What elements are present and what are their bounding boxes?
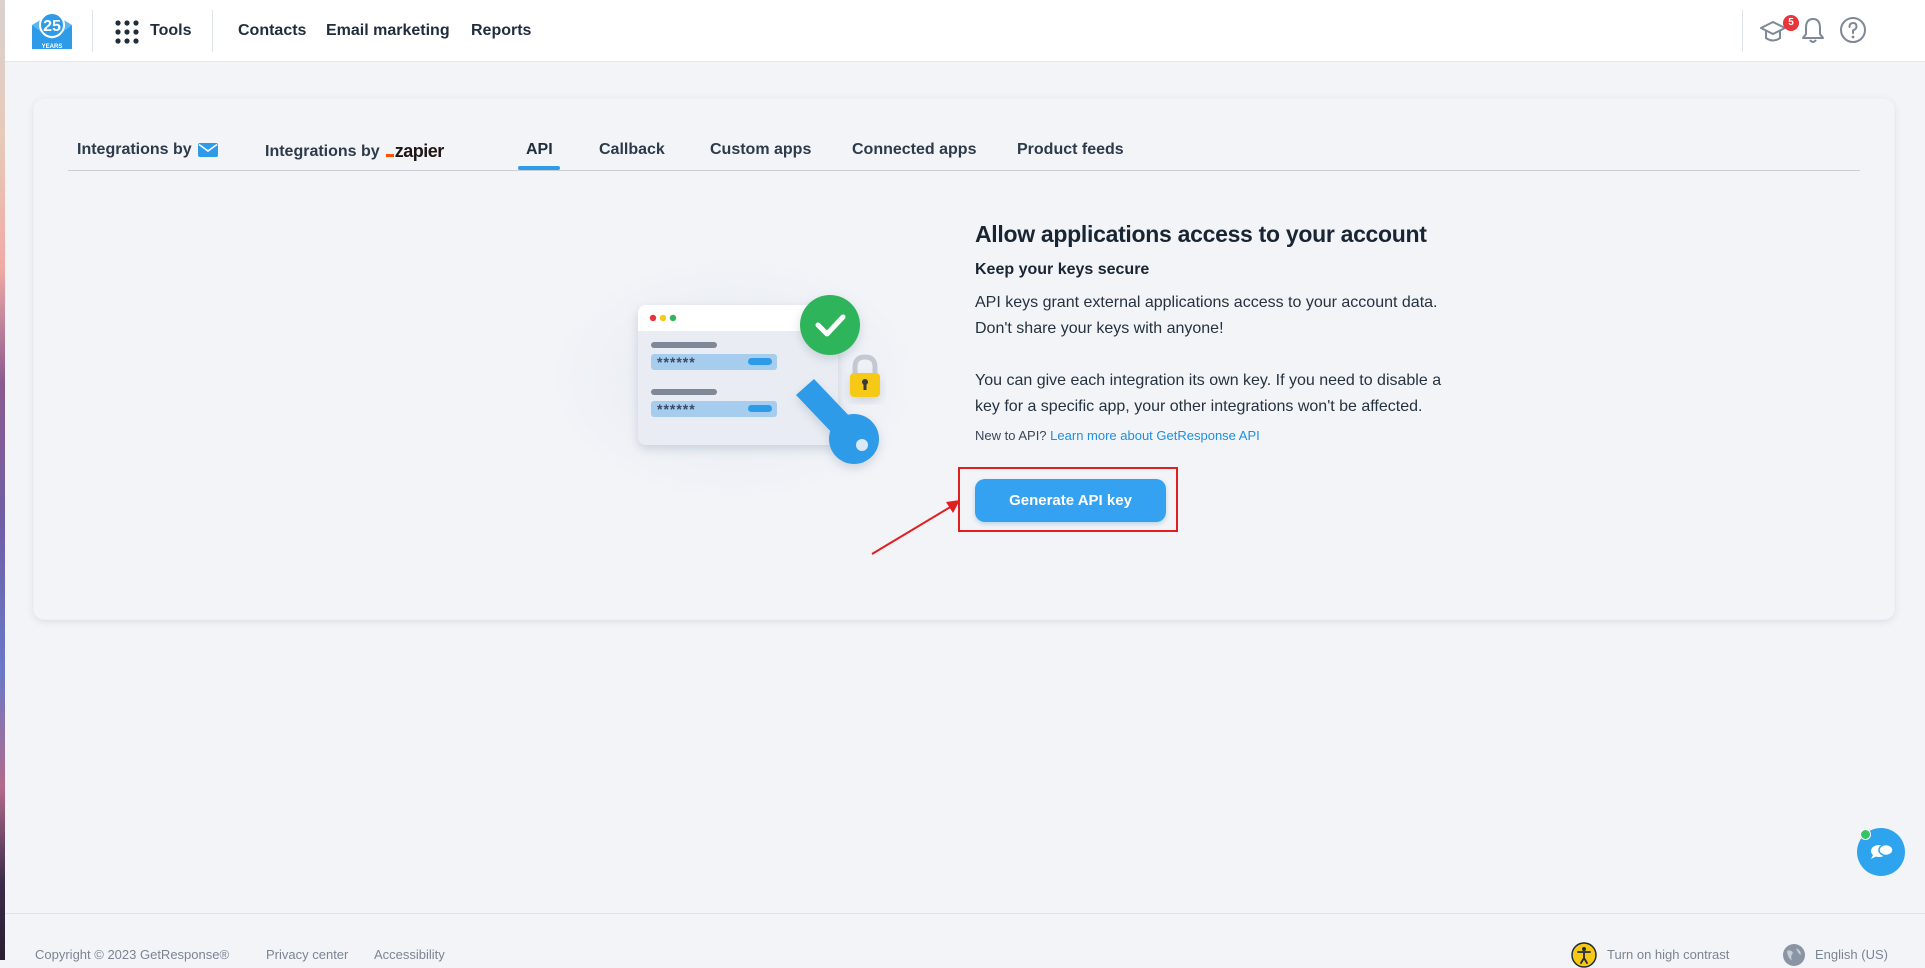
page-footer: Copyright © 2023 GetResponse® Privacy ce… xyxy=(5,913,1925,968)
masked-key-1: ****** xyxy=(657,354,696,370)
top-navigation-bar: 25 YEARS Tools Contacts Email marketing … xyxy=(5,0,1925,62)
page-headline: Allow applications access to your accoun… xyxy=(975,221,1427,247)
apps-grid-icon[interactable] xyxy=(115,20,139,44)
learn-more-api-link[interactable]: Learn more about GetResponse API xyxy=(1050,428,1260,443)
zapier-logo: zapier xyxy=(385,141,444,162)
tab-integrations-getresponse[interactable]: Integrations by xyxy=(77,141,218,159)
active-tab-indicator xyxy=(518,166,560,170)
notification-badge: 5 xyxy=(1783,15,1799,31)
api-description-line-2: Don't share your keys with anyone! xyxy=(975,320,1224,337)
annotation-arrow-icon xyxy=(871,500,960,555)
nav-contacts[interactable]: Contacts xyxy=(238,22,306,40)
integrations-tabs: Integrations by Integrations by zapier A… xyxy=(68,99,1860,171)
bell-icon[interactable] xyxy=(1798,14,1828,46)
tab-callback[interactable]: Callback xyxy=(599,141,665,159)
tab-label: Integrations by xyxy=(265,142,380,160)
api-keys-illustration: ****** ****** xyxy=(544,254,924,504)
globe-icon[interactable] xyxy=(1781,942,1807,968)
getresponse-logo-icon[interactable]: 25 YEARS xyxy=(29,9,75,53)
online-status-dot xyxy=(1860,829,1871,840)
logo-number: 25 xyxy=(43,18,61,35)
header-divider xyxy=(92,10,93,52)
header-divider xyxy=(1742,10,1743,52)
masked-key-2: ****** xyxy=(657,401,696,417)
accessibility-icon[interactable] xyxy=(1571,942,1597,968)
integration-key-line-1: You can give each integration its own ke… xyxy=(975,372,1442,389)
tab-integrations-zapier[interactable]: Integrations by zapier xyxy=(265,141,444,162)
integration-key-line-2: key for a specific app, your other integ… xyxy=(975,398,1423,415)
tab-product-feeds[interactable]: Product feeds xyxy=(1017,141,1124,159)
envelope-icon xyxy=(197,143,218,157)
tab-label: Integrations by xyxy=(77,141,192,158)
logo-subtitle: YEARS xyxy=(42,44,63,50)
tab-connected-apps[interactable]: Connected apps xyxy=(852,141,976,159)
api-description-line-1: API keys grant external applications acc… xyxy=(975,294,1438,311)
window-edge xyxy=(0,0,5,960)
help-icon[interactable] xyxy=(1838,14,1868,46)
nav-email-marketing[interactable]: Email marketing xyxy=(326,22,450,40)
tab-custom-apps[interactable]: Custom apps xyxy=(710,141,811,159)
security-subheading: Keep your keys secure xyxy=(975,261,1150,278)
new-to-api-text: New to API? xyxy=(975,428,1047,443)
nav-reports[interactable]: Reports xyxy=(471,22,531,40)
highlight-annotation-box xyxy=(958,467,1178,532)
tools-menu[interactable]: Tools xyxy=(150,22,191,40)
new-to-api-note: New to API? Learn more about GetResponse… xyxy=(975,428,1260,443)
tab-api[interactable]: API xyxy=(526,141,553,159)
header-divider xyxy=(212,10,213,52)
